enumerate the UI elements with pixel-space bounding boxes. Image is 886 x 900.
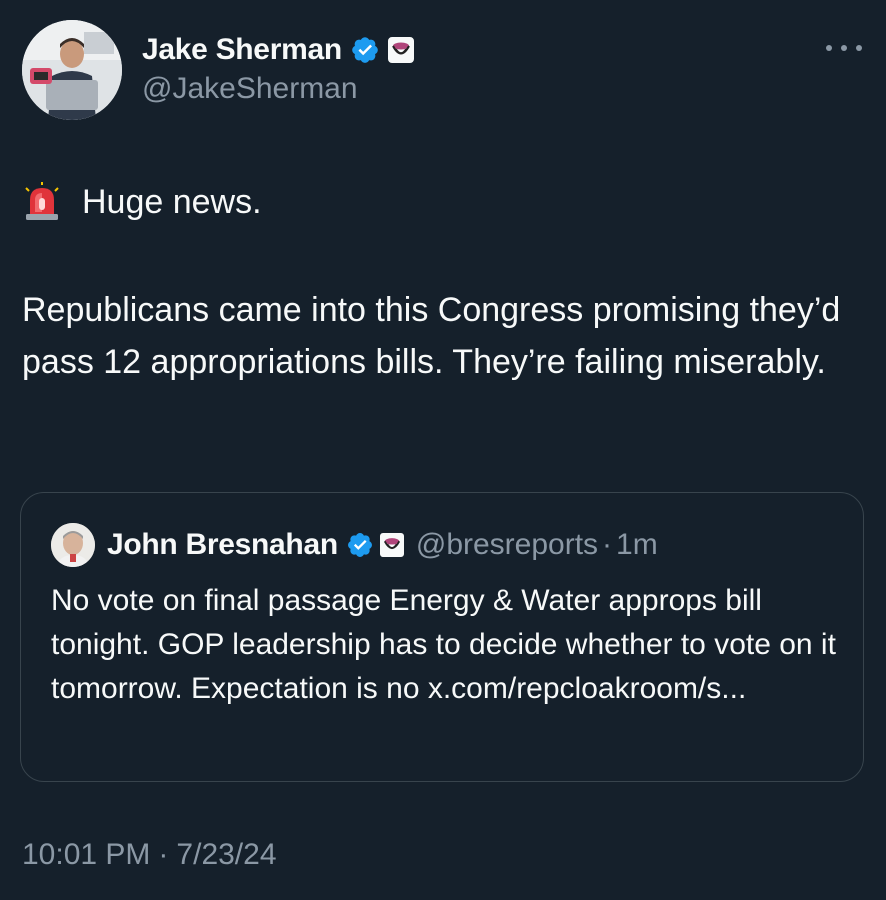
more-dot bbox=[841, 45, 847, 51]
author-avatar[interactable] bbox=[22, 20, 122, 120]
quoted-author-handle: @bresreports bbox=[415, 528, 599, 561]
tweet-first-line-text: Huge news. bbox=[82, 182, 262, 221]
timestamp-separator: · bbox=[158, 838, 169, 871]
verified-badge-icon[interactable] bbox=[350, 35, 380, 65]
more-dot bbox=[826, 45, 832, 51]
tweet-time: 10:01 PM bbox=[22, 838, 151, 871]
quoted-verified-badge-icon bbox=[347, 533, 372, 557]
quoted-affiliation-badge-icon bbox=[377, 531, 406, 559]
quoted-tweet-header: John Bresnahan @bresreports · 1m bbox=[51, 523, 658, 567]
author-handle[interactable]: @JakeSherman bbox=[142, 72, 416, 106]
quoted-separator: · bbox=[602, 528, 613, 561]
tweet-timestamp[interactable]: 10:01 PM · 7/23/24 bbox=[22, 838, 277, 872]
quoted-tweet-text: No vote on final passage Energy & Water … bbox=[51, 584, 836, 705]
tweet-date: 7/23/24 bbox=[176, 838, 277, 871]
quoted-author-name[interactable]: John Bresnahan bbox=[107, 528, 338, 562]
author-name-row: Jake Sherman bbox=[142, 30, 416, 70]
tweet-text: Republicans came into this Congress prom… bbox=[22, 291, 841, 381]
quoted-author-avatar[interactable] bbox=[51, 523, 95, 567]
more-dot bbox=[856, 45, 862, 51]
tweet-first-line: Huge news. bbox=[22, 182, 262, 222]
quoted-timestamp[interactable]: 1m bbox=[616, 528, 658, 562]
more-options-icon[interactable] bbox=[826, 36, 862, 60]
police-siren-icon bbox=[25, 182, 59, 220]
author-info: Jake Sherman @JakeSherman bbox=[142, 30, 416, 106]
author-name[interactable]: Jake Sherman bbox=[142, 33, 342, 67]
affiliation-badge-icon[interactable] bbox=[385, 35, 416, 65]
quoted-tweet[interactable]: John Bresnahan @bresreports · 1m No vote… bbox=[20, 492, 864, 782]
tweet: Jake Sherman @JakeSherman Huge news. Rep… bbox=[0, 0, 886, 900]
